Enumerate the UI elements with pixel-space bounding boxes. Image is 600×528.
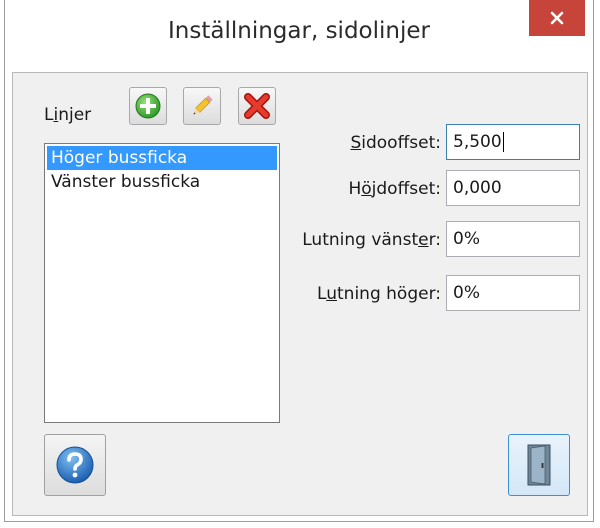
help-button[interactable] xyxy=(44,434,106,496)
list-item[interactable]: Höger bussficka xyxy=(47,146,277,170)
close-button[interactable] xyxy=(529,0,585,36)
slope-left-field[interactable]: 0% xyxy=(446,221,580,257)
dialog-body: Linjer Höger bussficka Vänster bussficka… xyxy=(12,72,588,516)
side-offset-label: Sidooffset: xyxy=(350,133,441,153)
red-x-icon xyxy=(244,93,270,119)
text-caret xyxy=(502,132,504,152)
lines-listbox[interactable]: Höger bussficka Vänster bussficka xyxy=(44,143,280,423)
delete-line-button[interactable] xyxy=(238,87,276,125)
exit-button[interactable] xyxy=(508,434,570,496)
slope-right-field[interactable]: 0% xyxy=(446,275,580,311)
add-line-button[interactable] xyxy=(129,87,167,125)
plus-circle-icon xyxy=(135,93,161,119)
height-offset-label: Höjdoffset: xyxy=(348,179,441,199)
close-icon xyxy=(550,11,564,25)
list-item[interactable]: Vänster bussficka xyxy=(47,170,277,194)
edit-line-button[interactable] xyxy=(183,87,221,125)
title-bar: Inställningar, sidolinjer xyxy=(5,0,593,72)
slope-left-label: Lutning vänster: xyxy=(302,230,441,250)
side-offset-field[interactable]: 5,500 xyxy=(446,124,580,160)
lines-label: Linjer xyxy=(44,105,92,125)
height-offset-field[interactable]: 0,000 xyxy=(446,170,580,206)
door-icon xyxy=(527,444,551,486)
window-title: Inställningar, sidolinjer xyxy=(168,18,430,44)
pencil-icon xyxy=(193,95,213,115)
settings-dialog: Inställningar, sidolinjer Linjer Höger b… xyxy=(4,0,594,522)
question-mark-icon xyxy=(56,446,94,484)
slope-right-label: Lutning höger: xyxy=(317,284,441,304)
